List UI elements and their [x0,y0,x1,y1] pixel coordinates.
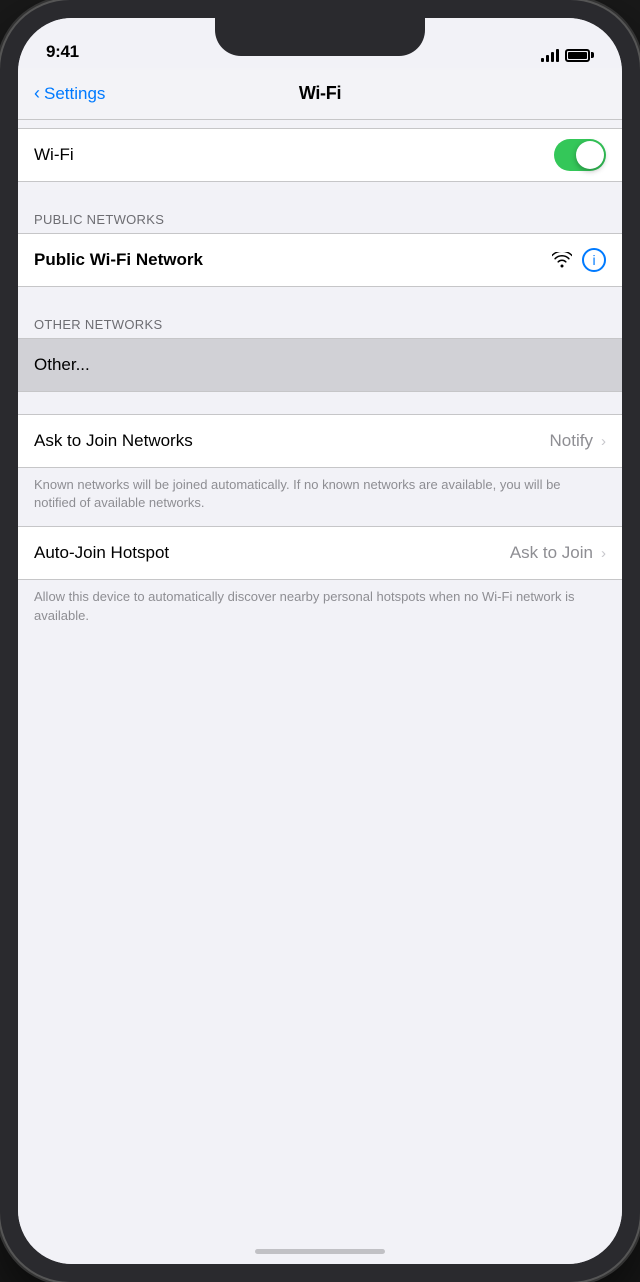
ask-join-chevron-icon: › [601,433,606,450]
phone-frame: 9:41 ‹ [0,0,640,1282]
auto-join-value-group: Ask to Join › [510,543,606,563]
status-time: 9:41 [46,42,79,62]
wifi-toggle-card: Wi-Fi [18,128,622,182]
network-row-icons: i [552,248,606,272]
auto-join-label: Auto-Join Hotspot [34,543,169,563]
other-networks-card: Other... [18,338,622,392]
other-networks-header: OTHER NETWORKS [18,309,622,338]
toggle-thumb [576,141,604,169]
auto-join-card: Auto-Join Hotspot Ask to Join › [18,526,622,580]
public-networks-card: Public Wi-Fi Network i [18,233,622,287]
home-indicator [255,1249,385,1254]
public-network-name: Public Wi-Fi Network [34,250,203,270]
ask-join-card: Ask to Join Networks Notify › [18,414,622,468]
content-area: Wi-Fi PUBLIC NETWORKS Public Wi-Fi Netwo… [18,120,622,1264]
auto-join-row[interactable]: Auto-Join Hotspot Ask to Join › [18,527,622,579]
notch [215,18,425,56]
gap-1 [18,120,622,128]
ask-join-label: Ask to Join Networks [34,431,193,451]
public-networks-header: PUBLIC NETWORKS [18,204,622,233]
gap-2 [18,182,622,204]
wifi-toggle-label: Wi-Fi [34,145,74,165]
nav-bar: ‹ Settings Wi-Fi [18,68,622,120]
ask-join-row[interactable]: Ask to Join Networks Notify › [18,415,622,467]
public-network-row[interactable]: Public Wi-Fi Network i [18,234,622,286]
page-title: Wi-Fi [299,83,341,104]
battery-icon [565,49,594,62]
auto-join-description: Allow this device to automatically disco… [18,580,622,638]
wifi-signal-icon [552,252,572,268]
bottom-spacer [18,639,622,839]
back-label: Settings [44,84,105,104]
gap-4 [18,392,622,414]
auto-join-chevron-icon: › [601,545,606,562]
other-network-label: Other... [34,355,90,375]
back-button[interactable]: ‹ Settings [34,84,105,104]
ask-join-value-group: Notify › [550,431,606,451]
status-icons [541,48,594,62]
network-info-button[interactable]: i [582,248,606,272]
wifi-toggle-row: Wi-Fi [18,129,622,181]
signal-bars-icon [541,48,559,62]
back-chevron-icon: ‹ [34,83,40,104]
ask-join-description: Known networks will be joined automatica… [18,468,622,526]
wifi-toggle-switch[interactable] [554,139,606,171]
gap-3 [18,287,622,309]
ask-join-value: Notify [550,431,593,451]
screen: 9:41 ‹ [18,18,622,1264]
auto-join-value: Ask to Join [510,543,593,563]
other-network-row[interactable]: Other... [18,339,622,391]
